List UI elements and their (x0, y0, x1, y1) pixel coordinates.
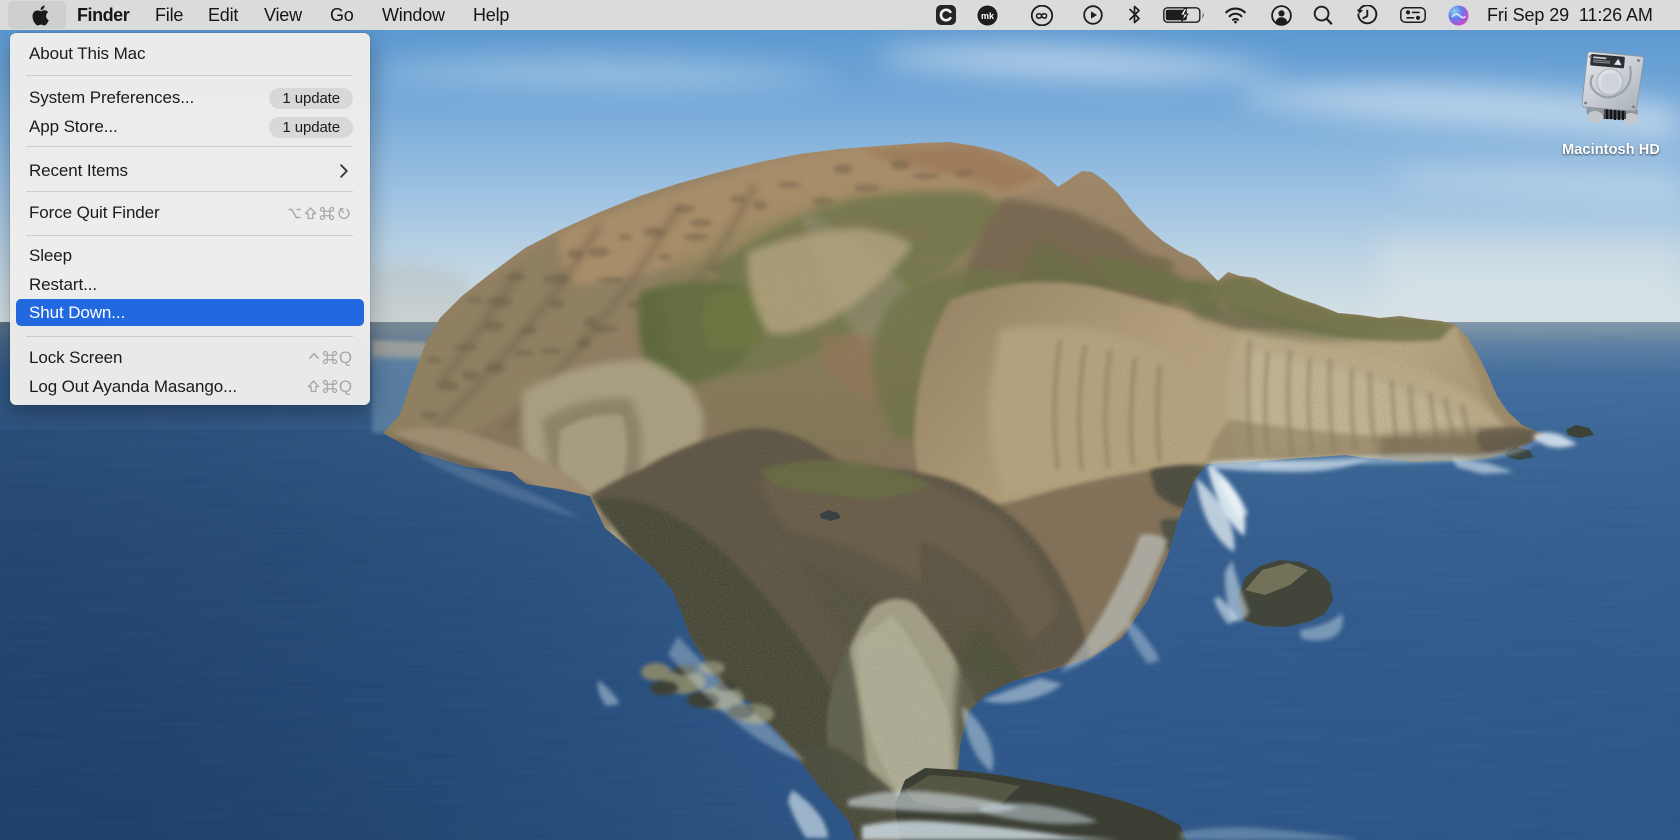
svg-text:mk: mk (981, 11, 995, 21)
